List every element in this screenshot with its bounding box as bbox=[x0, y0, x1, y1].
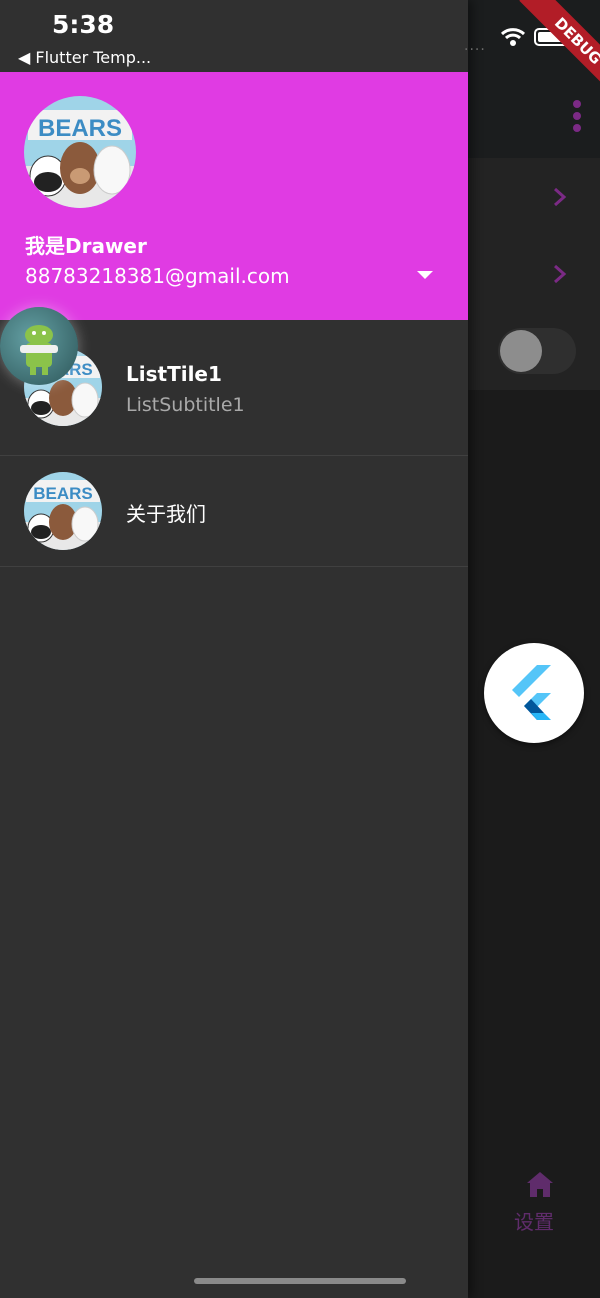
switch-knob bbox=[500, 330, 542, 372]
floating-action-button[interactable] bbox=[484, 643, 584, 743]
screen: 设置 BEARS 我是Drawer 88783218381@gmail.com … bbox=[0, 0, 600, 1298]
list-tile-subtitle: ListSubtitle1 bbox=[126, 394, 245, 416]
triangle-down-icon[interactable] bbox=[414, 268, 436, 282]
floating-android-icon[interactable] bbox=[0, 307, 78, 385]
more-vert-icon[interactable] bbox=[572, 100, 582, 132]
navigation-drawer: BEARS 我是Drawer 88783218381@gmail.com BEA bbox=[0, 0, 468, 1298]
we-bare-bears-avatar: BEARS bbox=[24, 472, 102, 550]
status-time: 5:38 bbox=[52, 10, 115, 39]
account-avatar[interactable]: BEARS bbox=[24, 96, 136, 208]
flutter-logo-icon bbox=[512, 665, 551, 720]
account-name: 我是Drawer bbox=[25, 234, 147, 258]
list-tile-title: ListTile1 bbox=[126, 362, 222, 386]
list-tile-about-us[interactable]: BEARS 关于我们 bbox=[0, 456, 468, 567]
account-email: 88783218381@gmail.com bbox=[25, 264, 290, 288]
user-accounts-drawer-header[interactable]: BEARS 我是Drawer 88783218381@gmail.com bbox=[0, 72, 468, 320]
android-robot-icon bbox=[20, 325, 58, 375]
home-icon bbox=[527, 1172, 553, 1197]
debug-banner: DEBUG bbox=[498, 0, 600, 102]
bottom-nav-item-settings[interactable]: 设置 bbox=[468, 1160, 600, 1298]
we-bare-bears-avatar: BEARS bbox=[24, 96, 136, 208]
bottom-nav-label: 设置 bbox=[514, 1210, 554, 1234]
chevron-right-icon[interactable] bbox=[548, 186, 570, 208]
svg-text:BEARS: BEARS bbox=[33, 484, 93, 503]
list-tile-avatar: BEARS bbox=[24, 472, 102, 550]
svg-text:BEARS: BEARS bbox=[38, 115, 122, 142]
list-tile-title: 关于我们 bbox=[126, 502, 206, 526]
home-indicator[interactable] bbox=[194, 1278, 406, 1284]
toggle-switch[interactable] bbox=[498, 328, 576, 374]
chevron-right-icon[interactable] bbox=[548, 263, 570, 285]
debug-banner-label: DEBUG bbox=[519, 0, 600, 100]
back-to-app-link[interactable]: ◀ Flutter Temp... bbox=[18, 48, 151, 67]
cellular-signal-icon: .... bbox=[464, 38, 486, 54]
